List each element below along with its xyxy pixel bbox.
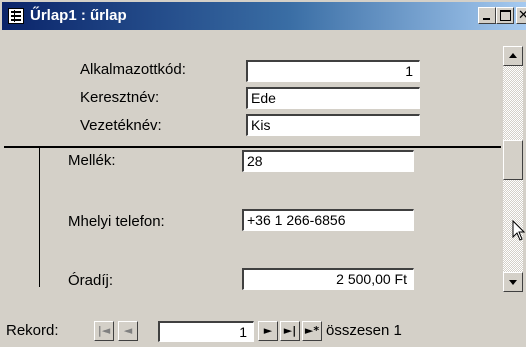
form-window: Űrlap1 : űrlap Alkalmazottkód: 1 Kereszt…: [0, 0, 526, 347]
employee-id-field[interactable]: 1: [246, 60, 420, 82]
record-label: Rekord:: [6, 322, 59, 339]
scroll-down-button[interactable]: [503, 272, 523, 292]
window-title: Űrlap1 : űrlap: [30, 7, 127, 24]
current-record-input[interactable]: 1: [158, 321, 254, 342]
next-record-button[interactable]: ►: [258, 321, 278, 341]
first-record-button[interactable]: |◄: [94, 321, 114, 341]
work-phone-label: Mhelyi telefon:: [68, 213, 165, 230]
previous-record-button[interactable]: ◄: [118, 321, 138, 341]
form-detail-section: Mellék: 28 Mhelyi telefon: +36 1 266-685…: [4, 148, 501, 290]
first-name-field[interactable]: Ede: [246, 87, 420, 109]
hourly-rate-label: Óradíj:: [68, 272, 114, 289]
minimize-button[interactable]: [478, 7, 496, 24]
detail-left-border: [39, 148, 40, 287]
last-name-label: Vezetéknév:: [80, 117, 162, 134]
extension-label: Mellék:: [68, 152, 116, 169]
scroll-thumb[interactable]: [503, 140, 523, 180]
form-icon[interactable]: [8, 8, 24, 24]
hourly-rate-field[interactable]: 2 500,00 Ft: [242, 268, 414, 290]
last-record-button[interactable]: ►|: [280, 321, 300, 341]
form-header-section: Alkalmazottkód: 1 Keresztnév: Ede Vezeté…: [4, 30, 501, 146]
vertical-scrollbar[interactable]: [503, 46, 523, 292]
scroll-up-button[interactable]: [503, 46, 523, 66]
maximize-button[interactable]: [496, 7, 514, 24]
extension-field[interactable]: 28: [242, 150, 414, 172]
first-name-label: Keresztnév:: [80, 89, 160, 106]
work-phone-field[interactable]: +36 1 266-6856: [242, 209, 414, 231]
close-button[interactable]: [516, 7, 526, 24]
title-bar[interactable]: Űrlap1 : űrlap: [2, 2, 526, 30]
mouse-pointer-icon: [512, 220, 526, 241]
record-total-text: összesen 1: [326, 322, 402, 339]
last-name-field[interactable]: Kis: [246, 114, 420, 136]
new-record-button[interactable]: ►*: [302, 321, 322, 341]
employee-id-label: Alkalmazottkód:: [80, 61, 186, 78]
record-navigation-bar: Rekord: |◄ ◄ 1 ► ►| ►* összesen 1: [0, 292, 526, 347]
